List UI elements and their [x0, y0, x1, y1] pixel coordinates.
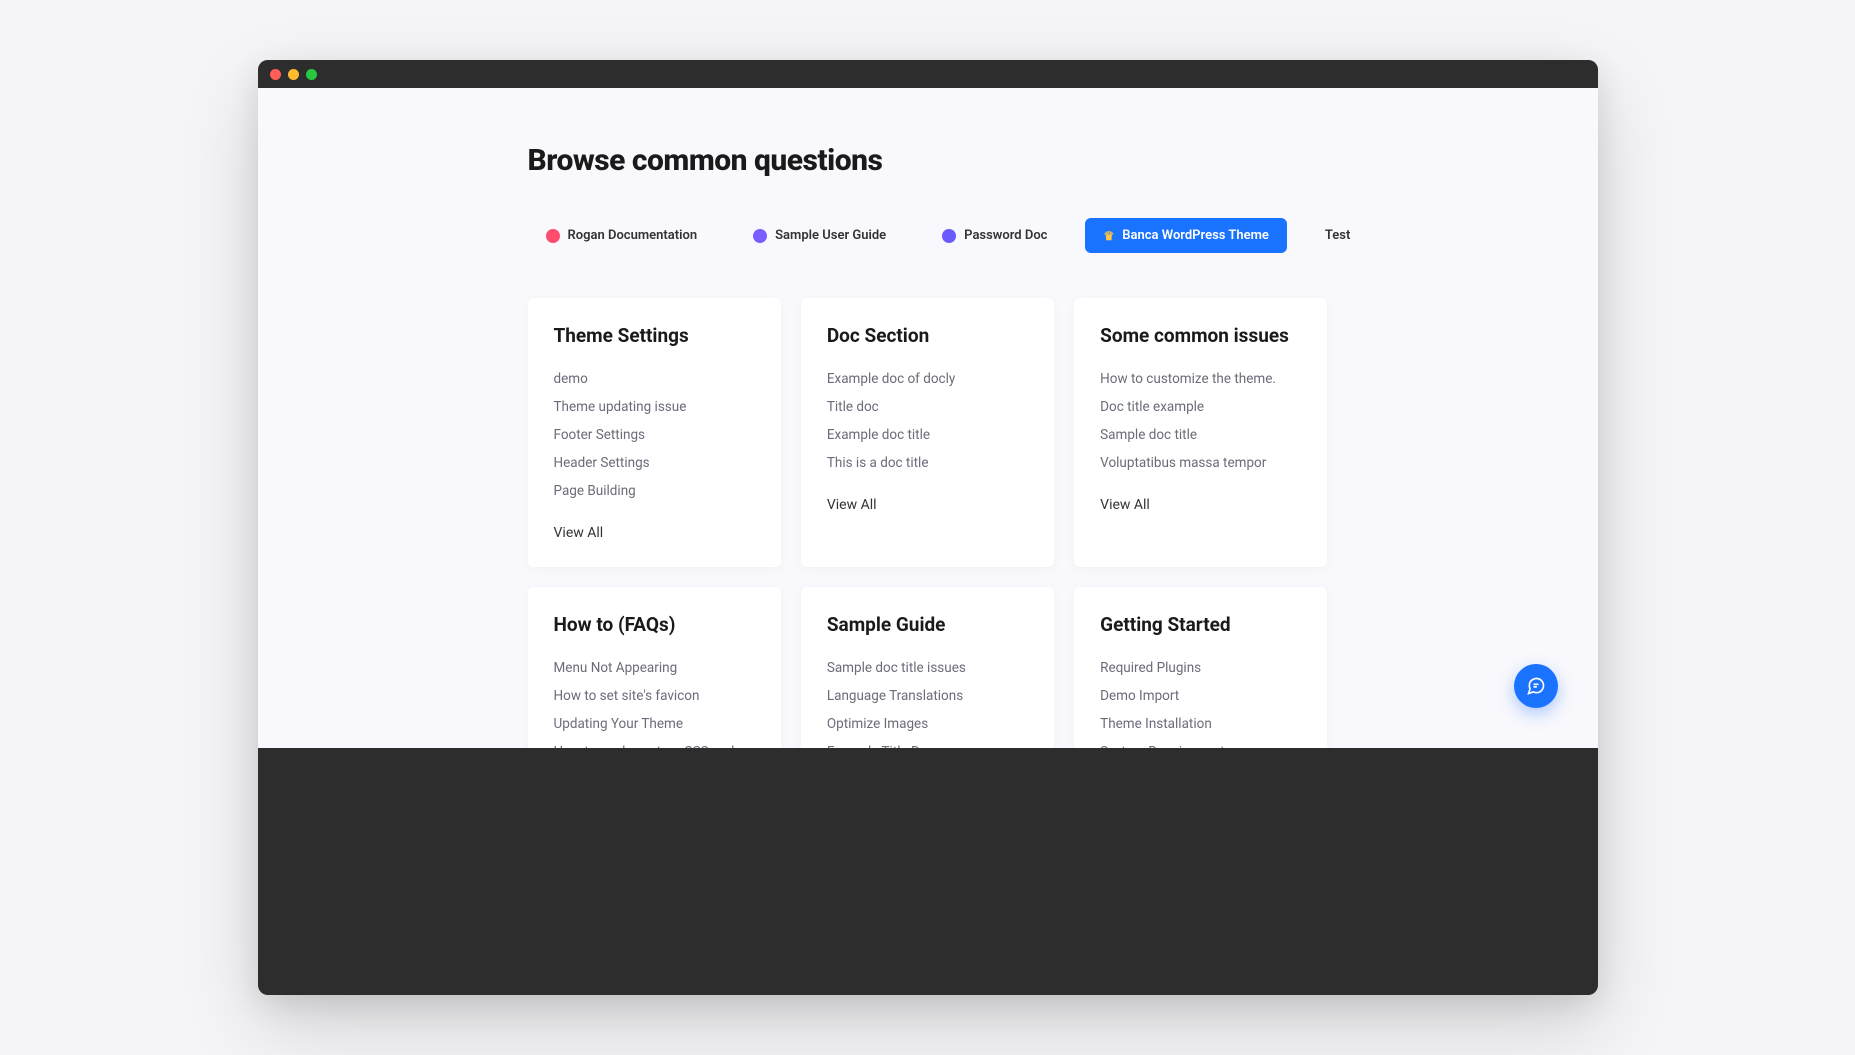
list-item[interactable]: Demo Import	[1100, 682, 1301, 710]
card-list: Required PluginsDemo ImportTheme Install…	[1100, 654, 1301, 748]
view-all-link[interactable]: View All	[1100, 497, 1150, 513]
card-title: How to (FAQs)	[554, 613, 755, 636]
list-item[interactable]: Title doc	[827, 393, 1028, 421]
tab-banca-wordpress-theme[interactable]: ♛ Banca WordPress Theme	[1085, 218, 1286, 253]
list-item[interactable]: How to apply custom CSS code.	[554, 738, 755, 748]
list-item[interactable]: Page Building	[554, 477, 755, 505]
list-item[interactable]: How to customize the theme.	[1100, 365, 1301, 393]
list-item[interactable]: How to set site's favicon	[554, 682, 755, 710]
list-item[interactable]: Theme updating issue	[554, 393, 755, 421]
cards-grid: Theme Settings demoTheme updating issueFo…	[528, 298, 1328, 748]
list-item[interactable]: Voluptatibus massa tempor	[1100, 449, 1301, 477]
crown-icon: ♛	[1103, 229, 1114, 243]
card-some-common-issues: Some common issues How to customize the t…	[1074, 298, 1327, 567]
list-item[interactable]: This is a doc title	[827, 449, 1028, 477]
card-theme-settings: Theme Settings demoTheme updating issueFo…	[528, 298, 781, 567]
list-item[interactable]: demo	[554, 365, 755, 393]
tab-sample-user-guide[interactable]: Sample User Guide	[735, 218, 904, 253]
list-item[interactable]: Updating Your Theme	[554, 710, 755, 738]
tab-label: Password Doc	[964, 228, 1047, 243]
list-item[interactable]: Optimize Images	[827, 710, 1028, 738]
card-doc-section: Doc Section Example doc of doclyTitle doc…	[801, 298, 1054, 567]
page-title: Browse common questions	[528, 143, 1328, 178]
card-list: Menu Not AppearingHow to set site's favi…	[554, 654, 755, 748]
window-maximize-button[interactable]	[306, 69, 317, 80]
list-item[interactable]: Required Plugins	[1100, 654, 1301, 682]
browser-window: Browse common questions Rogan Documentat…	[258, 60, 1598, 995]
list-item[interactable]: Menu Not Appearing	[554, 654, 755, 682]
tab-rogan-documentation[interactable]: Rogan Documentation	[528, 218, 716, 253]
card-title: Doc Section	[827, 324, 1028, 347]
list-item[interactable]: Doc title example	[1100, 393, 1301, 421]
list-item[interactable]: Sample doc title issues	[827, 654, 1028, 682]
tab-label: Banca WordPress Theme	[1122, 228, 1269, 243]
view-all-link[interactable]: View All	[827, 497, 877, 513]
view-all-link[interactable]: View All	[554, 525, 604, 541]
card-title: Sample Guide	[827, 613, 1028, 636]
chat-button[interactable]	[1514, 664, 1558, 708]
list-item[interactable]: Header Settings	[554, 449, 755, 477]
card-title: Some common issues	[1100, 324, 1301, 347]
tab-label: Rogan Documentation	[568, 228, 698, 243]
list-item[interactable]: Theme Installation	[1100, 710, 1301, 738]
list-item[interactable]: Footer Settings	[554, 421, 755, 449]
card-how-to-faqs-: How to (FAQs) Menu Not AppearingHow to se…	[528, 587, 781, 748]
tab-label: Sample User Guide	[775, 228, 886, 243]
tab-icon	[753, 229, 767, 243]
list-item[interactable]: Example doc title	[827, 421, 1028, 449]
tab-label: Test	[1325, 228, 1350, 243]
viewport: Browse common questions Rogan Documentat…	[258, 88, 1598, 748]
card-list: Sample doc title issuesLanguage Translat…	[827, 654, 1028, 748]
tab-password-doc[interactable]: Password Doc	[924, 218, 1065, 253]
list-item[interactable]: Sample doc title	[1100, 421, 1301, 449]
tab-test[interactable]: Test	[1307, 218, 1368, 253]
card-list: Example doc of doclyTitle docExample doc…	[827, 365, 1028, 477]
list-item[interactable]: Example doc of docly	[827, 365, 1028, 393]
chat-icon	[1526, 676, 1546, 696]
card-list: How to customize the theme.Doc title exa…	[1100, 365, 1301, 477]
list-item[interactable]: Example Title Doc	[827, 738, 1028, 748]
list-item[interactable]: System Requirements	[1100, 738, 1301, 748]
tab-icon	[546, 229, 560, 243]
card-sample-guide: Sample Guide Sample doc title issuesLangu…	[801, 587, 1054, 748]
window-minimize-button[interactable]	[288, 69, 299, 80]
card-list: demoTheme updating issueFooter SettingsH…	[554, 365, 755, 505]
card-title: Theme Settings	[554, 324, 755, 347]
card-title: Getting Started	[1100, 613, 1301, 636]
tab-icon	[942, 229, 956, 243]
card-getting-started: Getting Started Required PluginsDemo Impo…	[1074, 587, 1327, 748]
tabs: Rogan Documentation Sample User Guide Pass…	[528, 218, 1328, 253]
window-titlebar	[258, 60, 1598, 88]
list-item[interactable]: Language Translations	[827, 682, 1028, 710]
content: Browse common questions Rogan Documentat…	[528, 88, 1328, 748]
window-close-button[interactable]	[270, 69, 281, 80]
